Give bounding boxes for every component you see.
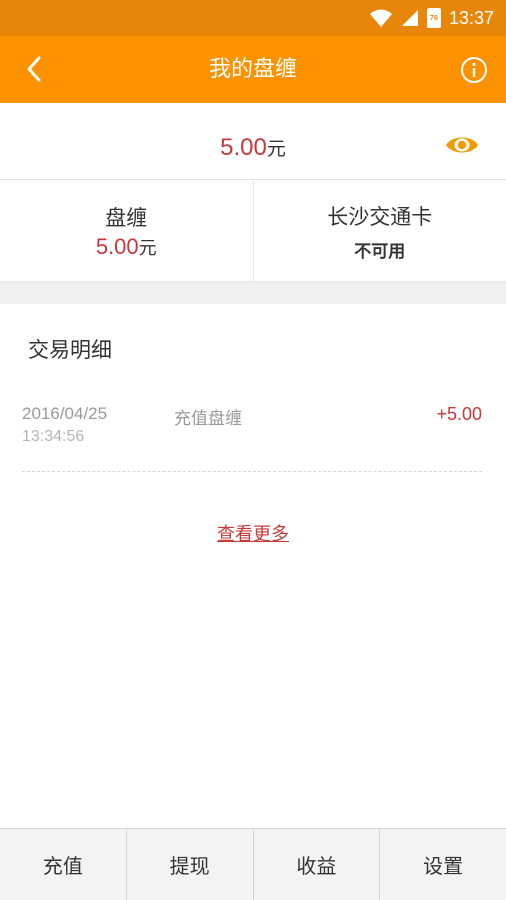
earnings-button[interactable]: 收益 (252, 829, 380, 900)
balance-unit: 元 (266, 138, 286, 160)
signal-icon (401, 10, 418, 26)
accounts-row: 盘缠 5.00元 长沙交通卡 不可用 (0, 181, 506, 282)
account-name: 长沙交通卡 (327, 204, 433, 229)
account-pancha[interactable]: 盘缠 5.00元 (0, 181, 253, 281)
transaction-date: 2016/04/25 (22, 404, 108, 423)
status-icons: 76 13:37 (369, 0, 494, 36)
withdraw-button[interactable]: 提现 (125, 829, 253, 900)
account-unit: 元 (138, 238, 157, 259)
transaction-time: 13:34:56 (22, 428, 85, 445)
toggle-visibility-button[interactable] (444, 133, 480, 157)
view-more-link[interactable]: 查看更多 (0, 520, 506, 546)
transactions-section: 交易明细 2016/04/25 13:34:56 充值盘缠 +5.00 查看更多 (0, 304, 506, 828)
info-icon (461, 57, 487, 83)
transaction-description: 充值盘缠 (174, 409, 242, 429)
status-bar: 76 13:37 (0, 0, 506, 36)
account-amount: 5.00 (95, 234, 139, 259)
account-value: 5.00元 (96, 234, 157, 260)
bottom-bar: 充值 提现 收益 设置 (0, 828, 506, 900)
transaction-amount: +5.00 (436, 404, 482, 424)
account-name: 盘缠 (105, 206, 148, 230)
transaction-row[interactable]: 2016/04/25 13:34:56 充值盘缠 +5.00 (22, 404, 482, 472)
page-title: 我的盘缠 (208, 57, 297, 82)
recharge-button[interactable]: 充值 (0, 829, 126, 900)
balance-amount: 5.00 (220, 134, 267, 161)
transactions-heading: 交易明细 (28, 338, 112, 362)
battery-level: 76 (430, 14, 438, 22)
section-divider (0, 282, 506, 304)
total-balance: 5.00元 (0, 103, 506, 193)
back-button[interactable] (14, 49, 54, 89)
settings-button[interactable]: 设置 (379, 829, 506, 900)
account-transit-card[interactable]: 长沙交通卡 不可用 (252, 181, 506, 281)
info-button[interactable] (460, 56, 488, 84)
eye-icon (446, 137, 478, 153)
battery-icon: 76 (426, 8, 441, 28)
chevron-left-icon (27, 56, 41, 82)
account-status: 不可用 (354, 241, 406, 262)
status-time: 13:37 (448, 7, 494, 28)
wifi-icon (369, 9, 392, 27)
balance-row: 5.00元 (0, 103, 506, 180)
app-bar: 我的盘缠 (0, 36, 506, 103)
